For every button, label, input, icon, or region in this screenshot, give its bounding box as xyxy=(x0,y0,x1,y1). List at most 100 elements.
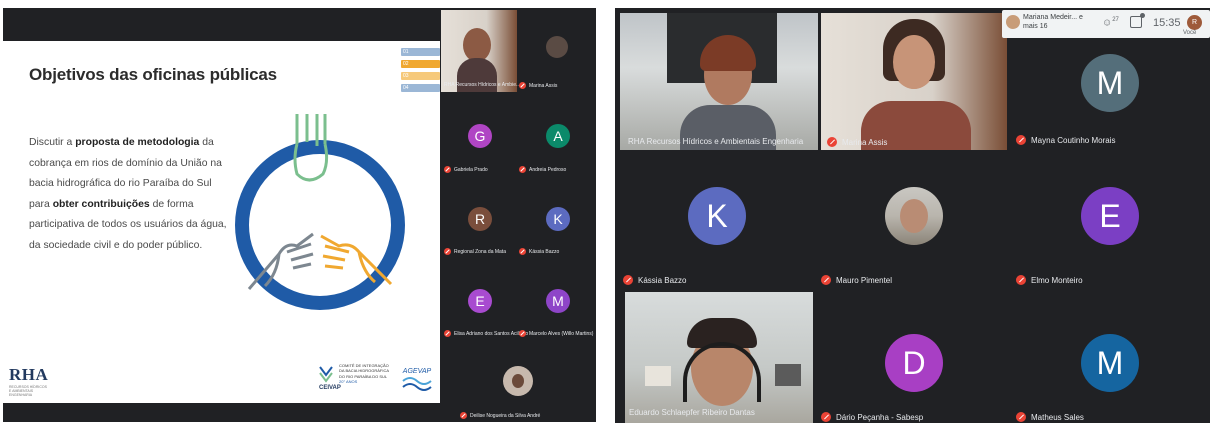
avatar-face xyxy=(900,199,928,233)
participant-name: Mayna Coutinho Morais xyxy=(1016,135,1115,145)
participant-video-tile[interactable]: RHA Recursos Hídricos e Ambientais Engen… xyxy=(620,13,818,150)
participant-video-tile[interactable]: Marina Assis xyxy=(821,13,1007,150)
participant-name-text: Deilise Nogueira da Silva André xyxy=(470,412,541,419)
slide-text-bold: obter contribuições xyxy=(52,198,150,210)
rha-logo: RHA xyxy=(9,365,49,384)
participant-video-tile[interactable]: Eduardo Schlaepfer Ribeiro Dantas xyxy=(625,292,813,423)
slide-tab: 01 xyxy=(401,48,440,56)
participant-name-text: Marina Assis xyxy=(529,82,558,89)
participant-name-text: Elisa Adriano dos Santos Aciliano xyxy=(454,330,529,337)
slide-tab: 02 xyxy=(401,60,440,68)
participant-name-text: Kássia Bazzo xyxy=(529,248,560,255)
participant-name: Kássia Bazzo xyxy=(623,275,686,285)
participant-name-text: Mauro Pimentel xyxy=(836,275,893,285)
muted-mic-icon xyxy=(519,166,526,173)
background-boxes xyxy=(645,366,671,386)
presentation-slide: Objetivos das oficinas públicas Discutir… xyxy=(3,41,440,403)
slide-section-tabs: 01 02 03 04 xyxy=(401,48,440,92)
participant-name-text: Andreia Pedroso xyxy=(529,166,567,173)
muted-mic-icon xyxy=(444,166,451,173)
left-meeting-window: Objetivos das oficinas públicas Discutir… xyxy=(3,8,596,422)
participant-name: Marcelo Alves (Willo Martins) xyxy=(519,330,593,337)
participant-name: Deilise Nogueira da Silva André xyxy=(460,412,540,419)
participant-avatar: K xyxy=(688,187,746,245)
ceivap-logo-icon xyxy=(319,366,333,383)
participant-video-tile[interactable] xyxy=(441,10,517,92)
participant-name: Eduardo Schlaepfer Ribeiro Dantas xyxy=(629,408,755,417)
muted-mic-icon xyxy=(1016,275,1026,285)
ceivap-logo-word: CEIVAP xyxy=(319,385,341,391)
slide-title: Objetivos das oficinas públicas xyxy=(29,65,277,84)
participant-name-text: Dário Peçanha - Sabesp xyxy=(836,412,924,422)
participant-avatar: M xyxy=(1081,334,1139,392)
participant-name-text: RHA Recursos Hídricos e Ambientais Engen… xyxy=(628,137,804,146)
host-avatar xyxy=(1006,15,1020,29)
self-avatar[interactable]: R xyxy=(1187,15,1202,30)
participant-name: Matheus Sales xyxy=(1016,412,1084,422)
muted-mic-icon xyxy=(1016,135,1026,145)
people-icon: ☺ xyxy=(1102,17,1113,29)
background-equipment xyxy=(775,364,801,386)
participant-name-text: Eduardo Schlaepfer Ribeiro Dantas xyxy=(629,408,755,417)
muted-mic-icon xyxy=(827,137,837,147)
participant-name: Andreia Pedroso xyxy=(519,166,566,173)
agevap-word: AGEVAP xyxy=(402,368,432,375)
hands-circle-illustration xyxy=(235,114,405,310)
composite-screenshot: Objetivos das oficinas públicas Discutir… xyxy=(0,0,1211,423)
rha-logo-subtitle: RECURSOS HÍDRICOS E AMBIENTAIS ENGENHARI… xyxy=(9,385,47,397)
slide-tab: 04 xyxy=(401,84,440,92)
participant-avatar: M xyxy=(1081,54,1139,112)
ceivap-logo-text: Comitê de Integração da Bacia Hidrográfi… xyxy=(339,363,391,384)
participant-avatar-photo xyxy=(546,36,568,58)
participant-name: Elmo Monteiro xyxy=(1016,275,1083,285)
participant-avatar: E xyxy=(1081,187,1139,245)
participant-name-text: Kássia Bazzo xyxy=(638,275,687,285)
participant-avatar: E xyxy=(468,289,492,313)
participant-name: Regional Zona da Mata xyxy=(444,248,506,255)
participant-face-front xyxy=(893,35,935,89)
meeting-top-bar: Mariana Medeir... e mais 16 ☺27 15:35 R … xyxy=(1002,10,1210,38)
participant-face xyxy=(463,28,491,62)
clock: 15:35 xyxy=(1153,17,1181,29)
muted-mic-icon xyxy=(519,82,526,89)
participant-name: Dário Peçanha - Sabesp xyxy=(821,412,923,422)
muted-mic-icon xyxy=(444,248,451,255)
participant-avatar: D xyxy=(885,334,943,392)
participant-name: Marina Assis xyxy=(827,137,887,147)
participant-name-text: RHA Recursos Hídricos e Ambie... xyxy=(444,82,521,88)
muted-mic-icon xyxy=(444,330,451,337)
muted-mic-icon xyxy=(821,275,831,285)
muted-mic-icon xyxy=(519,248,526,255)
participant-name-text: Elmo Monteiro xyxy=(1031,275,1083,285)
slide-top-strip xyxy=(3,8,440,41)
participant-name-text: Gabriela Prado xyxy=(454,166,488,173)
people-button[interactable]: ☺27 xyxy=(1102,17,1119,28)
participant-name: RHA Recursos Hídricos e Ambientais Engen… xyxy=(628,137,803,146)
agevap-logo: AGEVAP xyxy=(402,368,432,391)
participant-name: Mauro Pimentel xyxy=(821,275,892,285)
participant-name-text: Mayna Coutinho Morais xyxy=(1031,135,1116,145)
participant-name-text: Matheus Sales xyxy=(1031,412,1084,422)
people-count: 27 xyxy=(1112,17,1119,23)
muted-mic-icon xyxy=(1016,412,1026,422)
muted-mic-icon xyxy=(623,275,633,285)
participant-name: RHA Recursos Hídricos e Ambie... xyxy=(444,82,520,88)
chat-icon[interactable] xyxy=(1130,13,1145,28)
ceivap-name: Comitê de Integração da Bacia Hidrográfi… xyxy=(339,363,389,379)
participant-name: Elisa Adriano dos Santos Aciliano xyxy=(444,330,528,337)
slide-tab: 03 xyxy=(401,72,440,80)
participant-name: Kássia Bazzo xyxy=(519,248,559,255)
ceivap-years: 20° ANOS xyxy=(339,378,358,384)
self-label: Você xyxy=(1183,30,1197,36)
participant-avatar: M xyxy=(546,289,570,313)
participant-name-text: Marina Assis xyxy=(842,137,888,147)
participant-name: Marina Assis xyxy=(519,82,557,89)
participant-name: Gabriela Prado xyxy=(444,166,488,173)
slide-text-part: Discutir a xyxy=(29,137,76,148)
participant-avatar: R xyxy=(468,207,492,231)
participant-avatar-photo xyxy=(885,187,943,245)
participant-name-text: Marcelo Alves (Willo Martins) xyxy=(529,330,594,337)
muted-mic-icon xyxy=(519,330,526,337)
slide-body-text: Discutir a proposta de metodologia da co… xyxy=(29,133,229,256)
muted-mic-icon xyxy=(821,412,831,422)
